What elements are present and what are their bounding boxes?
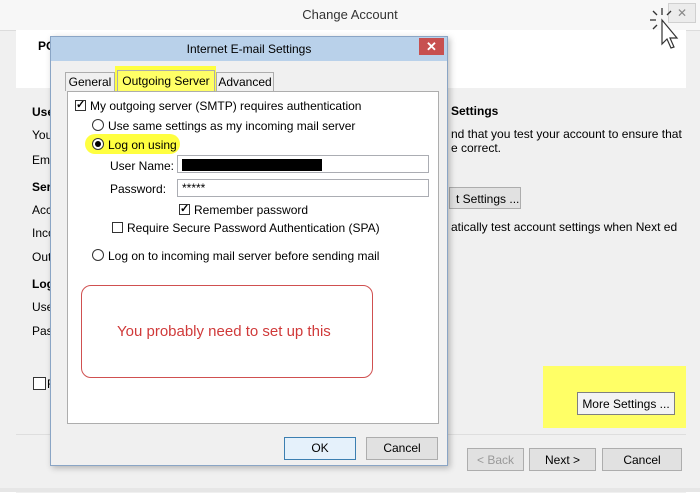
smtp-auth-label: My outgoing server (SMTP) requires authe… bbox=[90, 99, 362, 113]
more-settings-button[interactable]: More Settings ... bbox=[577, 392, 675, 415]
test-account-settings-button[interactable]: t Settings ... bbox=[449, 187, 521, 209]
annotation-callout-text: You probably need to set up this bbox=[117, 323, 331, 340]
spa-checkbox[interactable] bbox=[112, 222, 123, 233]
dialog-close-icon[interactable]: ✕ bbox=[419, 38, 444, 55]
cancel-button[interactable]: Cancel bbox=[366, 437, 438, 460]
user-name-redacted bbox=[182, 159, 322, 171]
remember-password-checkbox[interactable] bbox=[179, 202, 190, 215]
password-label: Password: bbox=[110, 182, 167, 196]
spa-label: Require Secure Password Authentication (… bbox=[127, 221, 380, 235]
change-account-cancel-button[interactable]: Cancel bbox=[602, 448, 682, 471]
log-on-incoming-radio[interactable] bbox=[92, 249, 104, 261]
use-same-settings-label: Use same settings as my incoming mail se… bbox=[108, 119, 356, 133]
tab-general[interactable]: General bbox=[65, 72, 115, 91]
bg-label: Out bbox=[32, 250, 52, 264]
tab-outgoing-server[interactable]: Outgoing Server bbox=[117, 70, 215, 92]
internet-email-settings-dialog: Internet E-mail Settings ✕ General Outgo… bbox=[50, 36, 448, 466]
smtp-auth-checkbox[interactable] bbox=[75, 98, 86, 111]
password-field[interactable]: ***** bbox=[177, 179, 429, 197]
bg-settings-desc: nd that you test your account to ensure … bbox=[451, 127, 682, 155]
log-on-incoming-label: Log on to incoming mail server before se… bbox=[108, 249, 380, 263]
remember-password-label: Remember password bbox=[194, 203, 309, 217]
dialog-title: Internet E-mail Settings bbox=[186, 42, 312, 56]
next-button[interactable]: Next > bbox=[529, 448, 596, 471]
bg-settings-title: Settings bbox=[451, 104, 499, 118]
change-account-title: Change Account bbox=[302, 7, 398, 22]
bg-label: Acc bbox=[32, 203, 53, 217]
tab-advanced[interactable]: Advanced bbox=[216, 72, 274, 91]
cursor-click-icon bbox=[650, 8, 679, 49]
user-name-label: User Name: bbox=[110, 159, 175, 173]
bg-auto-test-desc: atically test account settings when Next… bbox=[451, 220, 678, 234]
use-same-settings-radio[interactable] bbox=[92, 119, 104, 131]
log-on-using-radio[interactable] bbox=[92, 138, 104, 150]
back-button[interactable]: < Back bbox=[467, 448, 524, 471]
ok-button[interactable]: OK bbox=[284, 437, 356, 460]
bottom-edge bbox=[0, 488, 700, 492]
log-on-using-label: Log on using bbox=[108, 138, 177, 152]
bg-checkbox[interactable] bbox=[33, 377, 46, 390]
